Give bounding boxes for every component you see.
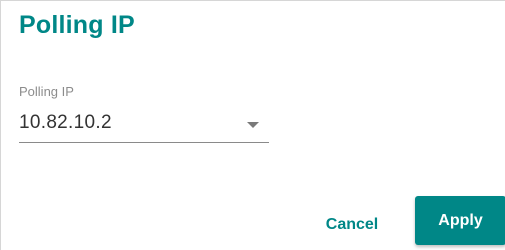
polling-ip-dialog: Polling IP Polling IP 10.82.10.2 Cancel … — [0, 0, 505, 250]
polling-ip-select[interactable]: 10.82.10.2 — [19, 108, 269, 143]
apply-button[interactable]: Apply — [415, 196, 505, 245]
polling-ip-field: Polling IP 10.82.10.2 — [19, 84, 269, 143]
polling-ip-value: 10.82.10.2 — [19, 112, 112, 133]
chevron-down-icon[interactable] — [247, 122, 259, 128]
cancel-button[interactable]: Cancel — [311, 207, 393, 243]
polling-ip-label: Polling IP — [19, 84, 74, 99]
dialog-title: Polling IP — [19, 11, 135, 39]
